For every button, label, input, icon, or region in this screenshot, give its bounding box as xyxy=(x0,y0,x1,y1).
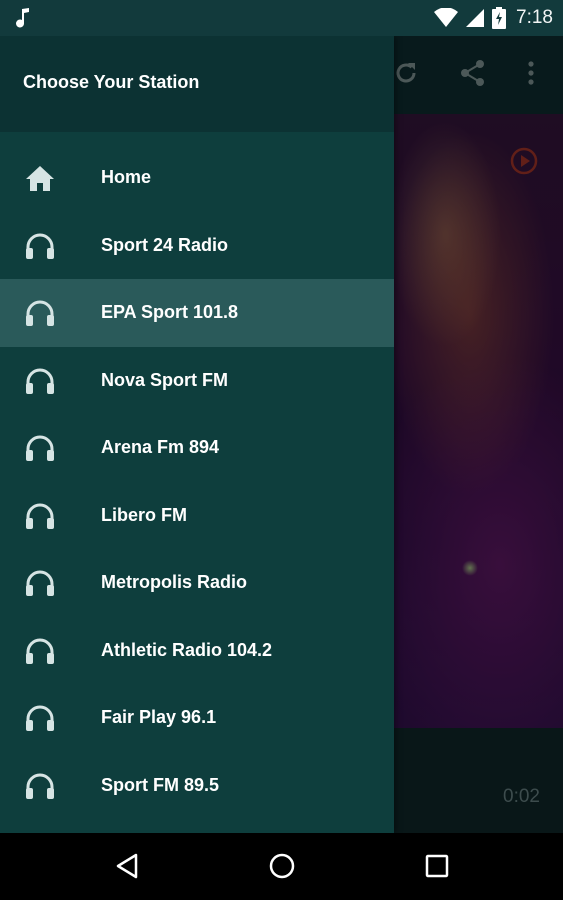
headphones-icon xyxy=(26,300,54,326)
menu-item-label: Home xyxy=(101,167,152,187)
drawer-title: Choose Your Station xyxy=(23,72,200,92)
menu-item-station[interactable]: Nova Sport FM xyxy=(0,347,394,415)
battery-icon xyxy=(492,7,507,29)
recents-icon[interactable] xyxy=(424,852,450,880)
signal-icon xyxy=(466,9,485,27)
headphones-icon xyxy=(26,368,54,394)
menu-item-home[interactable]: Home xyxy=(0,144,394,212)
menu-item-label: Sport 24 Radio xyxy=(101,234,229,255)
home-circle-icon[interactable] xyxy=(268,852,296,880)
back-icon[interactable] xyxy=(113,852,141,880)
navigation-bar xyxy=(0,833,563,900)
headphones-icon xyxy=(26,638,54,664)
menu-item-station-selected[interactable]: EPA Sport 101.8 xyxy=(0,279,394,347)
system-icons: 7:18 xyxy=(434,6,553,30)
headphones-icon xyxy=(26,503,54,529)
menu-item-label: EPA Sport 101.8 xyxy=(101,302,239,322)
headphones-icon xyxy=(26,233,54,259)
menu-item-station[interactable]: Metropolis Radio xyxy=(0,549,394,617)
wifi-icon xyxy=(434,8,459,27)
clock: 7:18 xyxy=(516,7,553,28)
menu-item-station[interactable]: Sport 24 Radio xyxy=(0,212,394,280)
navigation-drawer: Choose Your Station Home Sport 24 Radio … xyxy=(0,36,394,833)
station-list: Home Sport 24 Radio EPA Sport 101.8 Nova… xyxy=(0,144,394,819)
status-bar: 7:18 xyxy=(0,0,563,36)
menu-item-label: Metropolis Radio xyxy=(101,572,248,592)
menu-item-label: Athletic Radio 104.2 xyxy=(101,639,273,660)
home-icon xyxy=(26,166,54,191)
headphones-icon xyxy=(26,773,54,799)
menu-item-label: Libero FM xyxy=(101,504,187,525)
drawer-header: Choose Your Station xyxy=(0,36,394,132)
music-note-icon xyxy=(16,8,29,28)
headphones-icon xyxy=(26,705,54,731)
menu-item-label: Arena Fm 894 xyxy=(101,437,220,457)
menu-item-label: Fair Play 96.1 xyxy=(101,707,217,727)
menu-item-station[interactable]: Libero FM xyxy=(0,482,394,550)
menu-item-station[interactable]: Arena Fm 894 xyxy=(0,414,394,482)
menu-item-label: Nova Sport FM xyxy=(101,369,229,390)
headphones-icon xyxy=(26,435,54,461)
menu-item-station[interactable]: Athletic Radio 104.2 xyxy=(0,617,394,685)
headphones-icon xyxy=(26,570,54,596)
menu-item-label: Sport FM 89.5 xyxy=(101,774,220,795)
menu-item-station[interactable]: Fair Play 96.1 xyxy=(0,684,394,752)
menu-item-station[interactable]: Sport FM 89.5 xyxy=(0,752,394,820)
